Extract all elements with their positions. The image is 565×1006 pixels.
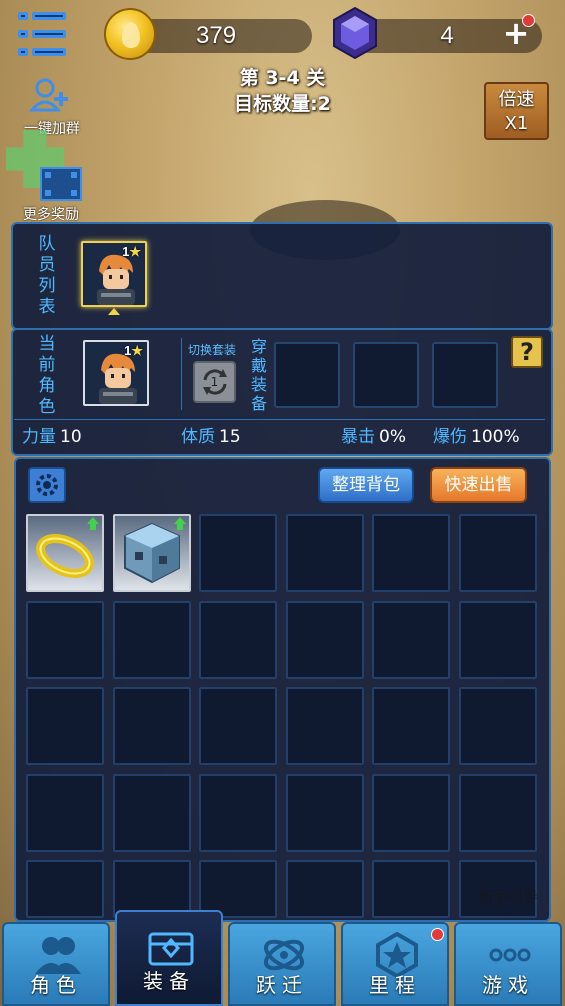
inventory-slot[interactable] xyxy=(286,514,364,592)
top-bar: 379 4 + xyxy=(0,0,565,70)
stat-constitution: 体质 15 xyxy=(181,427,241,447)
inventory-slot[interactable] xyxy=(113,687,191,765)
equipment-slot[interactable] xyxy=(274,342,340,408)
inventory-slot[interactable] xyxy=(459,774,537,852)
inventory-slot[interactable] xyxy=(459,601,537,679)
wear-equipment-label: 穿戴装备 xyxy=(250,337,267,413)
help-button[interactable]: ? xyxy=(511,336,543,368)
settings-button[interactable] xyxy=(28,467,66,503)
panel-divider xyxy=(181,338,182,410)
inventory-slot[interactable] xyxy=(372,687,450,765)
quick-sell-button[interactable]: 快速出售 xyxy=(430,467,527,503)
tab-warp-label: 跃迁 xyxy=(256,973,308,997)
inventory-item-ice-cube-armor[interactable] xyxy=(113,514,191,592)
current-role-label: 当前角色 xyxy=(38,334,56,417)
coin-icon xyxy=(104,8,156,60)
gem-icon xyxy=(333,6,377,60)
upgrade-arrow-icon xyxy=(87,517,99,531)
inventory-slot[interactable] xyxy=(113,601,191,679)
stat-strength: 力量 10 xyxy=(22,427,82,447)
inventory-slot[interactable] xyxy=(286,687,364,765)
inventory-slot[interactable] xyxy=(372,601,450,679)
bottom-nav: 角色 装备 跃迁 里程 游戏 xyxy=(0,910,565,1006)
selection-arrow-icon xyxy=(108,308,120,315)
switch-count: 1 xyxy=(210,375,219,389)
inventory-slot[interactable] xyxy=(199,687,277,765)
inventory-slot[interactable] xyxy=(286,860,364,918)
gem-count: 4 xyxy=(440,22,454,49)
chest-icon xyxy=(148,932,194,966)
coin-count: 379 xyxy=(196,22,237,49)
inventory-slot[interactable] xyxy=(26,774,104,852)
sort-bag-button[interactable]: 整理背包 xyxy=(318,467,414,503)
tab-equipment-label: 装备 xyxy=(143,969,195,993)
team-label: 队员列表 xyxy=(38,234,56,317)
menu-icon[interactable] xyxy=(14,10,70,60)
more-rewards-label: 更多奖励 xyxy=(23,207,79,223)
tab-games-label: 游戏 xyxy=(482,973,534,997)
inventory-slot[interactable] xyxy=(199,601,277,679)
add-friends-icon xyxy=(28,78,68,112)
tab-equipment[interactable]: 装备 xyxy=(115,910,223,1006)
speed-button[interactable]: 倍速 X1 xyxy=(484,82,549,140)
inventory-slot[interactable] xyxy=(199,514,277,592)
equipment-slot[interactable] xyxy=(432,342,498,408)
team-hero-level: 1★ xyxy=(122,244,141,259)
inventory-slot[interactable] xyxy=(459,687,537,765)
switch-outfit-label: 切换套装 xyxy=(188,343,237,357)
film-icon xyxy=(40,167,82,201)
inventory-slot[interactable] xyxy=(26,687,104,765)
inventory-slot[interactable] xyxy=(372,774,450,852)
more-rewards-button[interactable]: 更多奖励 xyxy=(14,164,88,224)
inventory-slot[interactable] xyxy=(286,774,364,852)
upgrade-arrow-icon xyxy=(174,517,186,531)
inventory-slot[interactable] xyxy=(113,774,191,852)
switch-outfit-button[interactable]: 1 xyxy=(193,361,236,403)
tab-games[interactable]: 游戏 xyxy=(454,922,562,1006)
inventory-slot[interactable] xyxy=(372,514,450,592)
stats-divider xyxy=(14,419,545,420)
stat-crit-damage: 爆伤 100% xyxy=(433,427,520,447)
inventory-item-gold-ring[interactable] xyxy=(26,514,104,592)
current-hero-level: 1★ xyxy=(124,343,143,358)
team-hero-card[interactable]: 1★ xyxy=(81,241,147,307)
notification-dot xyxy=(522,14,535,27)
tab-journey-label: 里程 xyxy=(369,973,421,997)
inventory-slot[interactable] xyxy=(26,601,104,679)
stat-crit: 暴击 0% xyxy=(341,427,406,447)
inventory-slot[interactable] xyxy=(286,601,364,679)
inventory-slot[interactable] xyxy=(372,860,450,918)
speed-label: 倍速 xyxy=(498,89,535,110)
tab-warp[interactable]: 跃迁 xyxy=(228,922,336,1006)
tab-character-label: 角色 xyxy=(30,973,82,997)
current-hero-card[interactable]: 1★ xyxy=(83,340,149,406)
journey-notification-dot xyxy=(431,928,444,941)
tab-character[interactable]: 角色 xyxy=(2,922,110,1006)
gear-icon xyxy=(36,474,58,496)
inventory-slot[interactable] xyxy=(199,774,277,852)
join-group-button[interactable]: 一键加群 xyxy=(18,74,86,138)
inventory-slot[interactable] xyxy=(26,860,104,918)
faint-guide-text: 新手引导 xyxy=(478,888,539,906)
equipment-slot[interactable] xyxy=(353,342,419,408)
inventory-slot[interactable] xyxy=(459,514,537,592)
speed-value: X1 xyxy=(504,113,529,134)
